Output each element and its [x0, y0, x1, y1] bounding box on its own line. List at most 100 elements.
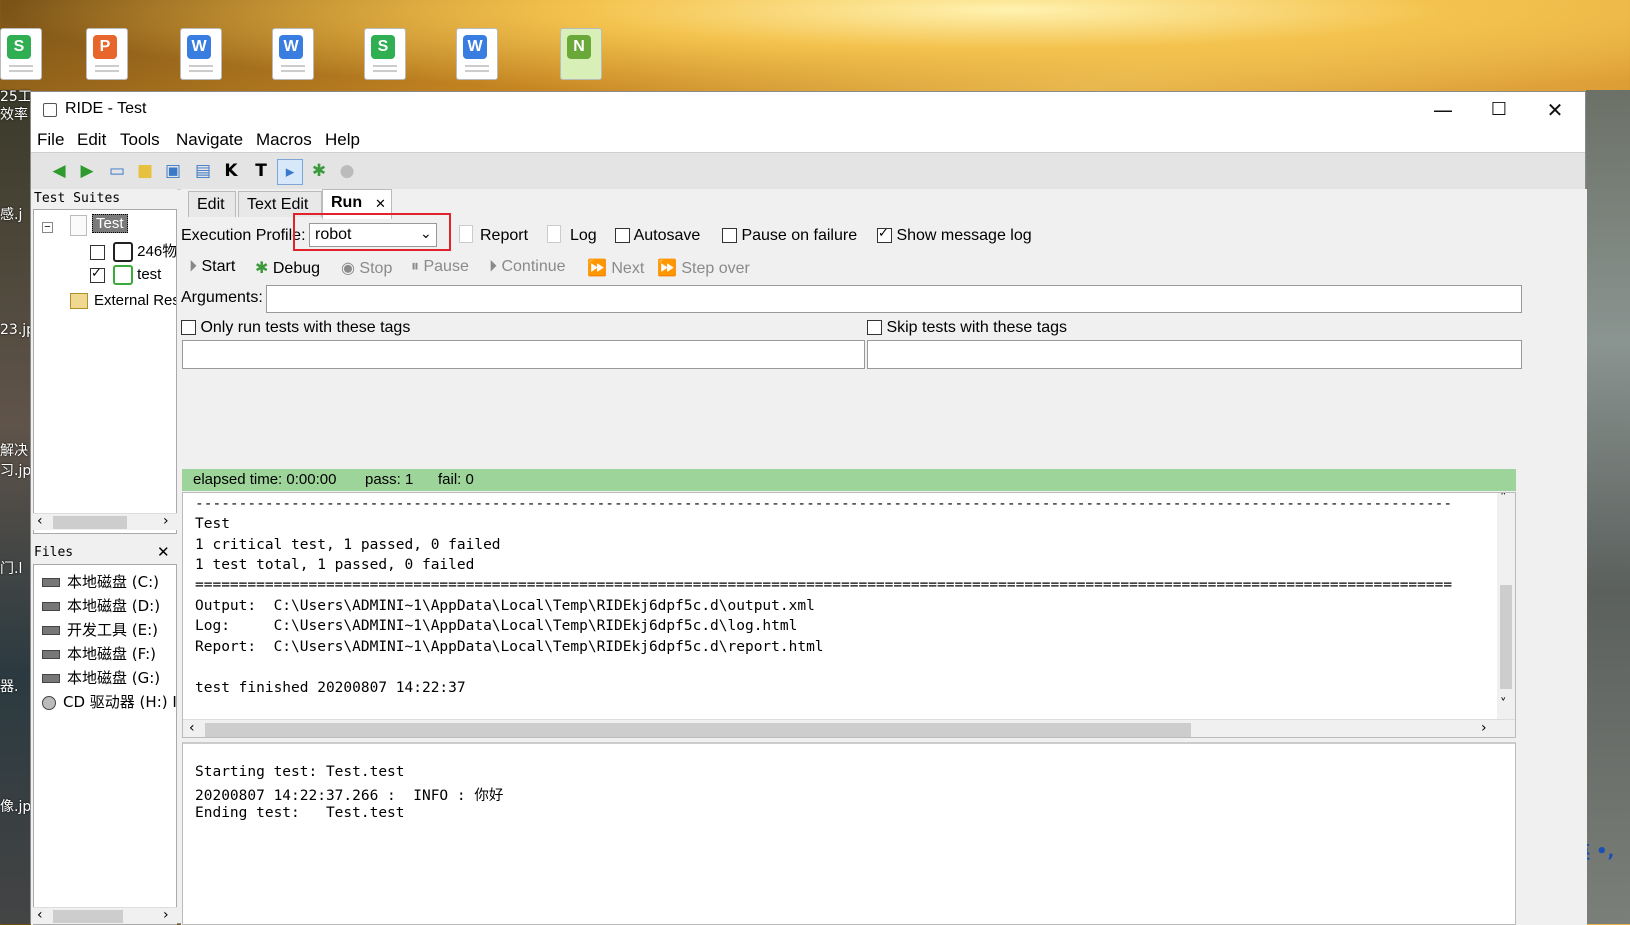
debug-button[interactable]: ✱ Debug — [255, 258, 320, 278]
desktop-label[interactable]: 解决 — [0, 440, 28, 460]
stop-button[interactable]: ◉ Stop — [341, 258, 392, 278]
spreadsheet-file-icon[interactable]: S — [364, 28, 406, 80]
tab-edit[interactable]: Edit — [188, 191, 236, 217]
start-button[interactable]: ⏵ Start — [189, 258, 235, 276]
tree-item-external-resources[interactable]: External Res — [70, 292, 176, 310]
skip-tags-input[interactable] — [867, 340, 1522, 369]
stop-icon[interactable]: ● — [335, 159, 359, 183]
disk-drive-icon — [42, 626, 60, 635]
test-case-icon — [113, 242, 134, 263]
collapse-toggle-icon[interactable]: − — [42, 222, 53, 233]
drive-item[interactable]: 开发工具 (E:) — [42, 619, 158, 640]
output-vertical-scrollbar[interactable]: ˄ ˅ — [1497, 493, 1515, 719]
files-close-icon[interactable]: ✕ — [157, 543, 170, 561]
only-run-tags-checkbox[interactable] — [181, 320, 196, 336]
document-file-icon[interactable]: W — [272, 28, 314, 80]
pause-on-failure-checkbox[interactable] — [722, 228, 737, 244]
presentation-file-icon[interactable]: P — [86, 28, 128, 80]
message-log-line: Ending test: Test.test — [195, 805, 405, 821]
desktop-label[interactable]: 25工 — [0, 86, 32, 106]
scroll-left-icon[interactable]: ‹ — [189, 720, 195, 736]
next-button[interactable]: ⏩ Next — [587, 258, 644, 278]
notepad-plus-icon[interactable]: N — [560, 28, 602, 80]
scroll-right-icon[interactable]: › — [1481, 720, 1487, 736]
show-message-log-option[interactable]: Show message log — [877, 225, 1032, 245]
save-all-icon[interactable]: ▤ — [191, 159, 215, 183]
skip-tags-checkbox[interactable] — [867, 320, 882, 336]
document-file-icon[interactable]: W — [180, 28, 222, 80]
pause-label: Pause — [423, 258, 469, 275]
forward-arrow-icon[interactable]: ▶ — [75, 159, 99, 183]
menu-macros[interactable]: Macros — [256, 130, 312, 150]
desktop-label[interactable]: 习.jp — [0, 460, 31, 480]
desktop-label[interactable]: 像.jp — [0, 796, 31, 816]
new-file-icon[interactable]: ■ — [133, 159, 157, 183]
minimize-button[interactable]: — — [1415, 92, 1471, 128]
autosave-option[interactable]: Autosave — [615, 227, 700, 245]
menu-file[interactable]: File — [37, 130, 64, 150]
document-file-icon[interactable]: W — [456, 28, 498, 80]
show-message-log-checkbox[interactable] — [877, 225, 892, 244]
run-status-bar: elapsed time: 0:00:00 pass: 1 fail: 0 — [182, 469, 1516, 491]
output-horizontal-scrollbar[interactable]: ‹ › — [183, 719, 1515, 737]
drive-item[interactable]: 本地磁盘 (G:) — [42, 667, 160, 688]
menu-navigate[interactable]: Navigate — [176, 130, 243, 150]
arguments-input[interactable] — [266, 285, 1522, 313]
menu-help[interactable]: Help — [325, 130, 360, 150]
scroll-up-icon[interactable]: ˄ — [1500, 493, 1507, 506]
scrollbar-thumb[interactable] — [53, 910, 123, 923]
desktop-label[interactable]: 器. — [0, 676, 18, 696]
autosave-checkbox[interactable] — [615, 228, 630, 244]
search-tests-icon[interactable]: T — [249, 159, 273, 183]
log-button[interactable]: Log — [570, 227, 597, 245]
maximize-button[interactable]: ☐ — [1471, 92, 1527, 128]
debug-bug-icon[interactable]: ✱ — [307, 159, 331, 183]
output-line: test finished 20200807 14:22:37 — [195, 680, 466, 696]
step-over-icon: ⏩ — [657, 260, 677, 277]
scroll-right-icon[interactable]: › — [163, 513, 169, 529]
tree-checkbox[interactable] — [90, 265, 105, 283]
desktop-wallpaper-right — [1586, 90, 1630, 924]
output-console[interactable]: ----------------------------------------… — [182, 492, 1516, 738]
continue-button[interactable]: ⏵ Continue — [489, 258, 566, 276]
back-arrow-icon[interactable]: ◀ — [47, 159, 71, 183]
desktop-label[interactable]: 效率 — [0, 104, 28, 124]
tree-item-246[interactable]: 246物 — [90, 240, 176, 263]
only-run-tags-input[interactable] — [182, 340, 865, 369]
only-run-tags-option[interactable]: Only run tests with these tags — [181, 319, 410, 337]
drive-item[interactable]: CD 驱动器 (H:) I — [42, 691, 176, 712]
desktop-label[interactable]: 门.l — [0, 558, 22, 578]
run-tests-icon[interactable]: ▸ — [277, 159, 303, 185]
tree-horizontal-scrollbar[interactable]: ‹ › — [33, 513, 177, 530]
drive-item[interactable]: 本地磁盘 (F:) — [42, 643, 156, 664]
step-over-button[interactable]: ⏩ Step over — [657, 258, 750, 278]
tree-item-test[interactable]: test — [90, 265, 161, 285]
menu-tools[interactable]: Tools — [120, 130, 160, 150]
pause-button[interactable]: ⏸ Pause — [411, 258, 469, 276]
scrollbar-thumb[interactable] — [205, 723, 1191, 737]
toolbar: ◀ ▶ ▭ ■ ▣ ▤ K T ▸ ✱ ● — [31, 152, 1585, 190]
menu-edit[interactable]: Edit — [77, 130, 106, 150]
save-icon[interactable]: ▣ — [161, 159, 185, 183]
report-button[interactable]: Report — [480, 227, 528, 245]
drive-item[interactable]: 本地磁盘 (C:) — [42, 571, 159, 592]
tree-root-test[interactable]: Test — [92, 214, 128, 233]
scroll-down-icon[interactable]: ˅ — [1500, 697, 1507, 712]
pass-count: pass: 1 — [365, 471, 414, 488]
scrollbar-thumb[interactable] — [53, 516, 127, 529]
scroll-left-icon[interactable]: ‹ — [37, 907, 43, 923]
open-folder-icon[interactable]: ▭ — [105, 159, 129, 183]
message-log[interactable]: Starting test: Test.test 20200807 14:22:… — [182, 742, 1516, 925]
close-button[interactable]: ✕ — [1527, 92, 1583, 128]
skip-tags-option[interactable]: Skip tests with these tags — [867, 319, 1067, 337]
files-horizontal-scrollbar[interactable]: ‹ › — [33, 907, 177, 924]
spreadsheet-file-icon[interactable]: S — [0, 28, 42, 80]
search-keywords-icon[interactable]: K — [219, 159, 243, 183]
tree-checkbox[interactable] — [90, 244, 105, 260]
scroll-left-icon[interactable]: ‹ — [37, 513, 43, 529]
drive-item[interactable]: 本地磁盘 (D:) — [42, 595, 160, 616]
scrollbar-thumb[interactable] — [1500, 585, 1512, 689]
scroll-right-icon[interactable]: › — [163, 907, 169, 923]
desktop-label[interactable]: 感.j — [0, 204, 22, 224]
pause-on-failure-option[interactable]: Pause on failure — [722, 227, 857, 245]
